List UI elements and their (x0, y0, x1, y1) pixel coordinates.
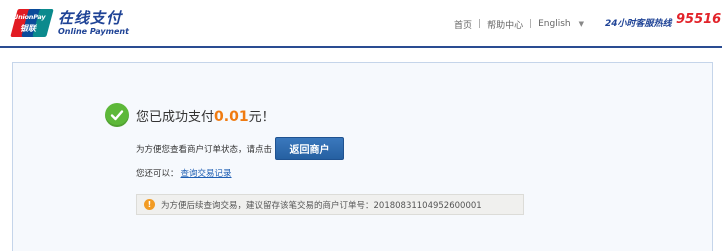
query-prefix: 您还可以： (136, 169, 179, 179)
logo-title-cn: 在线支付 (58, 8, 123, 27)
top-nav: 首页 | 帮助中心 | English ▼ (454, 17, 584, 31)
check-circle-icon (105, 103, 129, 127)
nav-separator: | (478, 19, 482, 29)
hotline-label: 24小时客服热线 (605, 19, 672, 29)
nav-home-link[interactable]: 首页 (454, 18, 472, 31)
success-text: 您已成功支付0.01元！ (136, 106, 275, 125)
order-number-notice: ! 为方便后续查询交易，建议留存该笔交易的商户订单号：2018083110495… (136, 194, 524, 215)
notice-text: 为方便后续查询交易，建议留存该笔交易的商户订单号：201808311049526… (161, 200, 482, 211)
nav-separator: | (529, 19, 533, 29)
hotline-number: 95516 (676, 12, 722, 27)
header: UnionPay 银联 在线支付 Online Payment 首页 | 帮助中… (0, 0, 722, 48)
language-selector[interactable]: English ▼ (538, 19, 584, 29)
info-icon: ! (144, 199, 155, 210)
success-prefix: 您已成功支付 (136, 109, 215, 125)
payment-amount: 0.01 (214, 108, 249, 125)
return-instruction: 为方便您查看商户订单状态，请点击 (136, 144, 273, 155)
query-row: 您还可以： 查询交易记录 (136, 167, 232, 179)
chevron-down-icon: ▼ (578, 20, 585, 28)
success-suffix: 元！ (248, 109, 275, 125)
return-row: 为方便您查看商户订单状态，请点击 返回商户 (136, 137, 345, 160)
nav-help-link[interactable]: 帮助中心 (487, 18, 523, 31)
language-label: English (538, 19, 571, 29)
query-transactions-link[interactable]: 查询交易记录 (181, 169, 232, 179)
logo[interactable]: UnionPay 银联 在线支付 Online Payment (10, 8, 129, 37)
logo-brand-cn: 银联 (20, 24, 36, 33)
logo-title-en: Online Payment (58, 26, 129, 36)
logo-text: 在线支付 Online Payment (58, 8, 129, 36)
result-panel: 您已成功支付0.01元！ 为方便您查看商户订单状态，请点击 返回商户 您还可以：… (12, 62, 713, 251)
unionpay-logo-icon: UnionPay 银联 (10, 9, 54, 37)
success-message: 您已成功支付0.01元！ (105, 103, 275, 127)
return-to-merchant-button[interactable]: 返回商户 (275, 137, 345, 160)
logo-brand-en: UnionPay (13, 13, 46, 21)
